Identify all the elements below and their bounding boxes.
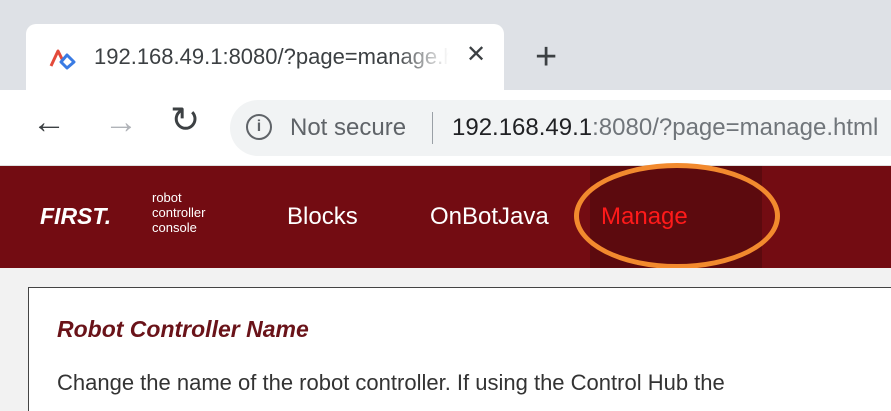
close-icon[interactable]: ✕ (466, 43, 486, 67)
blocks-logo-icon (49, 49, 76, 70)
divider (432, 112, 433, 144)
logo-subtitle: robot controller console (152, 190, 205, 235)
address-bar[interactable]: i Not secure 192.168.49.1:8080/?page=man… (230, 100, 891, 156)
url-host: 192.168.49.1 (452, 114, 593, 141)
browser-toolbar: ← → ↻ i Not secure 192.168.49.1:8080/?pa… (0, 90, 891, 166)
forward-arrow-icon[interactable]: → (104, 105, 138, 139)
nav-onbotjava-link[interactable]: OnBotJava (430, 203, 549, 231)
back-arrow-icon[interactable]: ← (32, 105, 66, 139)
browser-tab-strip: 192.168.49.1:8080/?page=manage.html ✕ + (0, 0, 891, 90)
url-text[interactable]: 192.168.49.1:8080/?page=manage.html (452, 114, 878, 142)
first-logo: FIRST. (40, 203, 112, 229)
highlight-annotation (574, 163, 780, 269)
reload-icon[interactable]: ↻ (170, 102, 200, 138)
settings-card: Robot Controller Name Change the name of… (28, 287, 891, 411)
logo-subtitle-line: robot (152, 190, 182, 205)
tab-title: 192.168.49.1:8080/?page=manage.html (94, 44, 449, 69)
logo-subtitle-line: console (152, 220, 197, 235)
url-path: :8080/?page=manage.html (592, 114, 879, 141)
logo-subtitle-line: controller (152, 205, 206, 220)
new-tab-icon[interactable]: + (535, 38, 557, 76)
section-description: Change the name of the robot controller.… (57, 370, 725, 395)
security-status[interactable]: Not secure (290, 114, 406, 142)
nav-blocks-link[interactable]: Blocks (287, 203, 358, 231)
info-icon[interactable]: i (246, 114, 272, 140)
section-title: Robot Controller Name (57, 316, 309, 342)
browser-tab[interactable]: 192.168.49.1:8080/?page=manage.html ✕ (26, 24, 504, 90)
